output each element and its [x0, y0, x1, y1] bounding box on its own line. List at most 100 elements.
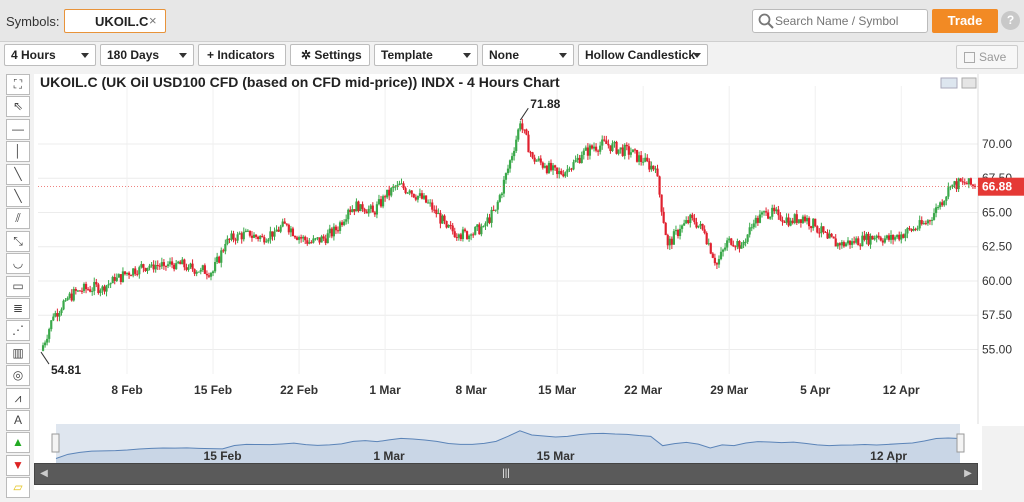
candle-body	[705, 233, 708, 245]
candle-body	[506, 168, 510, 174]
candle-body	[928, 220, 932, 222]
remove-symbol-icon[interactable]: ×	[149, 13, 157, 28]
eraser-tool[interactable]: ▱	[6, 477, 30, 499]
candle-body	[646, 157, 649, 162]
candle-body	[732, 244, 735, 247]
candle-body	[162, 262, 165, 266]
wave-tool[interactable]: ⩘	[6, 387, 30, 409]
candle-body	[490, 209, 493, 223]
candle-body	[934, 207, 938, 214]
scroll-right-icon[interactable]: ▶	[961, 466, 975, 482]
price-chart[interactable]: 55.0057.5060.0062.5065.0067.5070.008 Feb…	[34, 74, 1024, 426]
low-pointer-line	[40, 351, 50, 365]
text-tool[interactable]: A	[6, 410, 30, 431]
scroll-grip-icon[interactable]: |||	[501, 468, 511, 480]
candle-body	[707, 243, 710, 245]
candle-body	[742, 241, 745, 246]
print-icon[interactable]	[961, 77, 977, 89]
chart-type-dropdown[interactable]: Hollow Candlestick	[578, 44, 708, 66]
gann-tool[interactable]: ▥	[6, 342, 30, 364]
candle-body	[947, 187, 950, 197]
arc-tool[interactable]: ◡	[6, 253, 30, 275]
candle-body	[754, 217, 757, 224]
candle-body	[504, 173, 508, 180]
candle-body	[541, 162, 544, 168]
symbol-chip[interactable]: UKOIL.C ×	[64, 9, 166, 33]
navigator-chart[interactable]: 15 Feb 1 Mar 15 Mar 12 Apr	[34, 424, 982, 464]
search-input[interactable]	[775, 13, 925, 29]
candle-body	[74, 289, 77, 291]
indicators-button[interactable]: + Indicators	[198, 44, 286, 66]
candle-body	[166, 264, 170, 267]
candle-body	[953, 181, 956, 185]
fibonacci-tool[interactable]: ≣	[6, 298, 30, 319]
settings-button[interactable]: ✲ Settings	[290, 44, 370, 66]
candle-body	[689, 214, 692, 224]
navigator-handle-left[interactable]	[51, 433, 60, 453]
parallel-lines-tool[interactable]: ⫽	[6, 208, 30, 230]
candle-body	[891, 234, 895, 240]
sell-arrow-tool[interactable]: ▼	[6, 454, 30, 476]
candle-body	[472, 234, 475, 236]
navigator-handle-right[interactable]	[956, 433, 965, 453]
help-icon[interactable]: ?	[1001, 11, 1020, 30]
candle-body	[164, 265, 168, 267]
candle-body	[775, 209, 778, 212]
candle-body	[461, 229, 465, 240]
candle-body	[500, 193, 503, 196]
pointer-tool[interactable]: ⇖	[6, 96, 30, 118]
spiral-tool[interactable]: ◎	[6, 365, 30, 387]
candle-body	[699, 223, 702, 226]
y-tick-label: 60.00	[982, 274, 1012, 288]
last-price-label: 66.88	[982, 180, 1012, 194]
chart-area[interactable]: 55.0057.5060.0062.5065.0067.5070.008 Feb…	[34, 74, 1024, 426]
candle-body	[724, 247, 727, 250]
candle-body	[963, 182, 966, 184]
ray-tool[interactable]: ╲	[6, 186, 30, 207]
scroll-left-icon[interactable]: ◀	[37, 466, 51, 482]
candle-body	[41, 345, 45, 351]
candle-body	[764, 211, 768, 213]
crosshair-tool[interactable]: ⛶	[6, 74, 30, 95]
candle-body	[451, 225, 454, 232]
period-dropdown[interactable]: 180 Days	[100, 44, 194, 66]
trade-button[interactable]: Trade	[932, 9, 998, 33]
candle-body	[756, 217, 759, 223]
candle-body	[662, 211, 665, 223]
search-box[interactable]	[752, 9, 928, 33]
fan-tool[interactable]: ⋰	[6, 320, 30, 342]
candle-body	[332, 226, 335, 237]
template-dropdown[interactable]: Template	[374, 44, 478, 66]
candle-body	[238, 233, 241, 235]
candle-body	[527, 134, 530, 153]
vertical-line-tool[interactable]: │	[6, 141, 30, 163]
interval-dropdown[interactable]: 4 Hours	[4, 44, 96, 66]
candle-body	[254, 234, 258, 237]
candle-body	[767, 212, 770, 219]
candle-body	[281, 221, 284, 227]
candle-body	[318, 237, 321, 243]
rectangle-tool[interactable]: ▭	[6, 275, 30, 297]
navigator-scrollbar[interactable]: ◀ ||| ▶	[34, 463, 978, 485]
candle-body	[937, 206, 940, 208]
candle-body	[566, 169, 569, 173]
candle-body	[76, 290, 79, 292]
candle-body	[234, 239, 237, 241]
trend-line-tool[interactable]: ╲	[6, 163, 30, 185]
none-dropdown[interactable]: None	[482, 44, 574, 66]
candle-body	[457, 234, 460, 238]
candle-body	[226, 238, 229, 244]
horizontal-line-tool[interactable]: —	[6, 118, 30, 140]
candle-body	[746, 234, 749, 242]
buy-arrow-tool[interactable]: ▲	[6, 432, 30, 454]
candle-body	[531, 152, 534, 158]
extended-line-tool[interactable]: ⤡	[6, 230, 30, 252]
image-icon[interactable]	[940, 77, 958, 89]
candle-body	[459, 234, 462, 240]
candle-body	[498, 195, 501, 202]
save-button[interactable]: Save	[956, 45, 1018, 69]
candle-body	[291, 228, 295, 237]
candle-body	[50, 320, 53, 330]
candle-body	[846, 240, 850, 244]
candle-body	[609, 145, 612, 152]
